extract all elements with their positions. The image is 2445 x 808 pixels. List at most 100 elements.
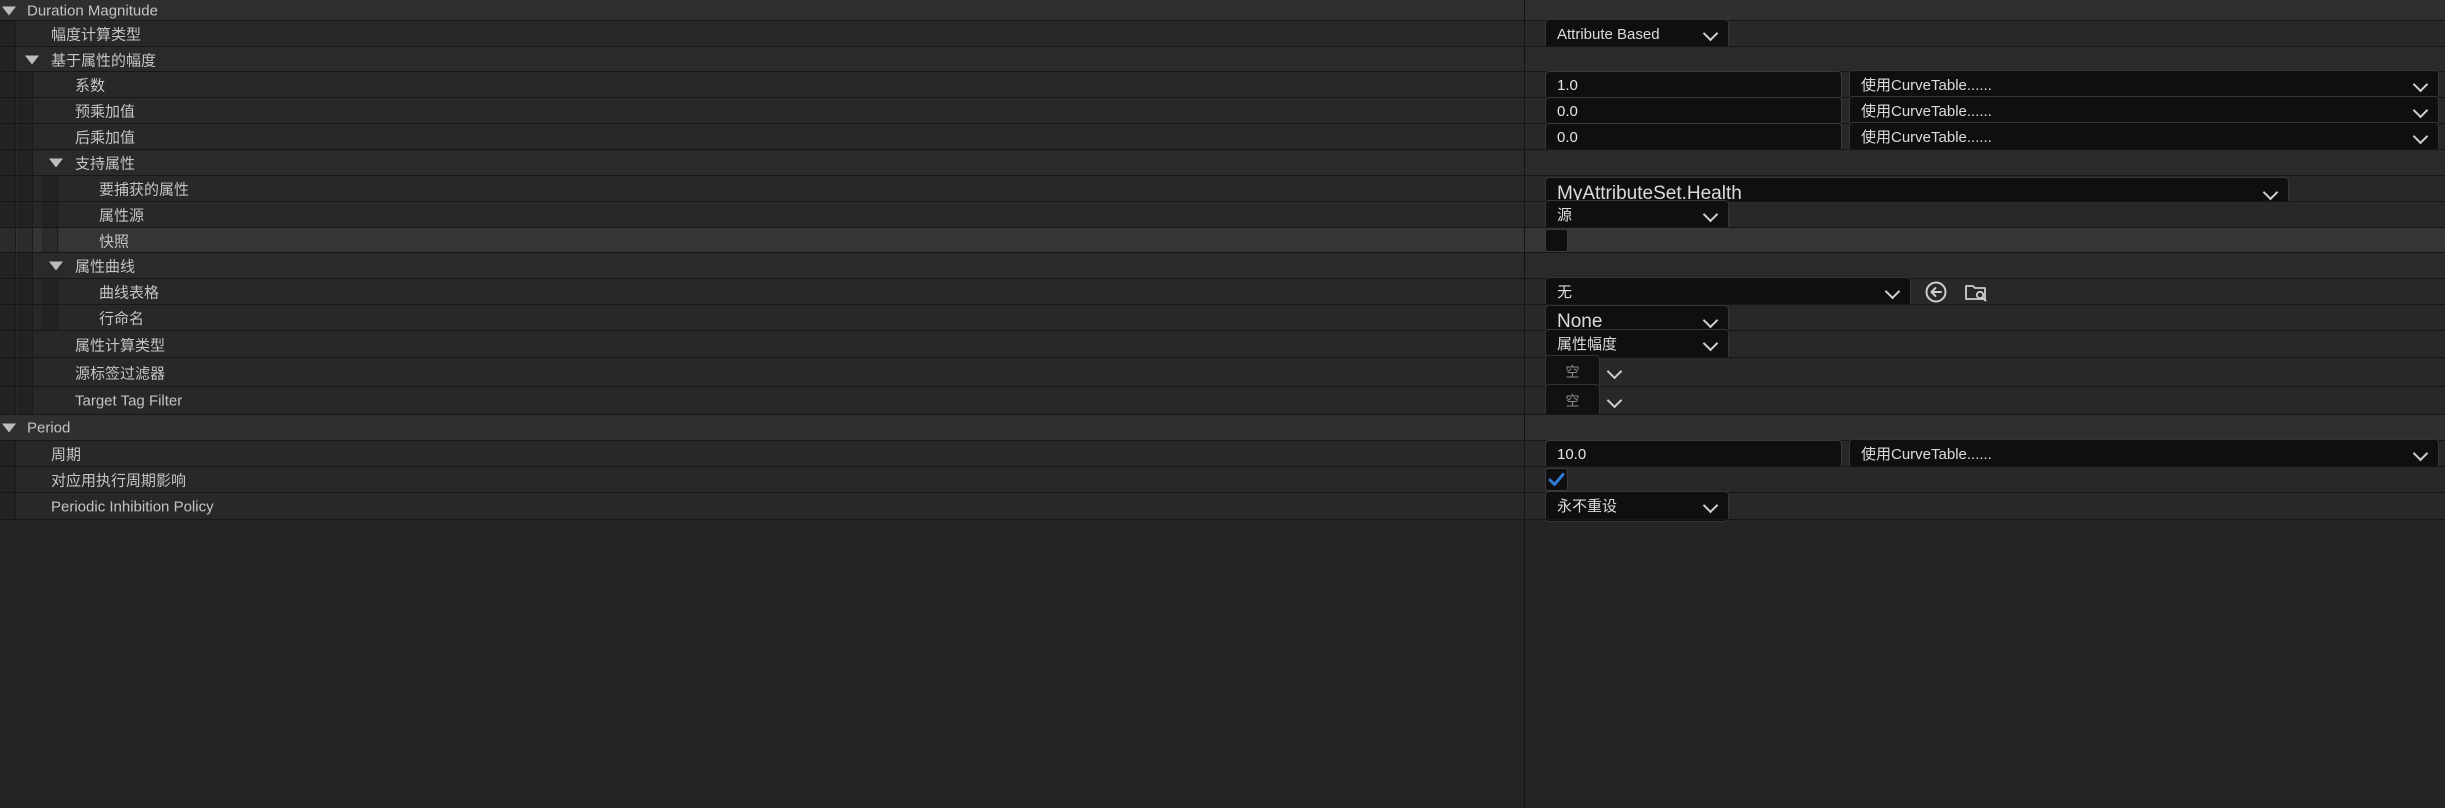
group-title: 支持属性 (75, 155, 136, 173)
prop-label: 周期 (51, 446, 82, 464)
coefficient-input[interactable]: 1.0 (1545, 71, 1842, 100)
indent-bar (0, 305, 16, 331)
indent-bar (42, 176, 58, 202)
chevron-down-icon[interactable] (1606, 392, 1623, 409)
prop-label: 后乘加值 (75, 129, 136, 147)
dropdown-value: 属性幅度 (1557, 336, 1618, 353)
row-period: 周期 10.0 使用CurveTable...... (0, 439, 2445, 470)
indent-bar (17, 253, 33, 279)
row-row-name: 行命名 None (0, 305, 2445, 339)
category-title: Period (27, 419, 71, 437)
post-add-curvetable-dropdown[interactable]: 使用CurveTable...... (1849, 122, 2439, 153)
chevron-down-icon (2412, 128, 2429, 145)
prop-label: 快照 (99, 233, 130, 250)
post-add-input[interactable]: 0.0 (1545, 123, 1842, 152)
category-period[interactable]: Period (0, 415, 2445, 441)
indent-bar (0, 279, 16, 305)
snapshot-checkbox[interactable] (1545, 229, 1568, 252)
indent-bar (0, 387, 16, 415)
browse-asset-icon[interactable] (1963, 279, 1989, 305)
indent-bar (42, 228, 58, 253)
indent-bar (42, 305, 58, 331)
group-backing-attribute[interactable]: 支持属性 (0, 150, 2445, 176)
collapse-caret-icon[interactable] (2, 423, 16, 433)
dropdown-value: 永不重设 (1557, 498, 1618, 515)
attribute-source-dropdown[interactable]: 源 (1545, 200, 1729, 231)
prop-label: 预乘加值 (75, 103, 136, 121)
category-duration-magnitude[interactable]: Duration Magnitude (0, 0, 2445, 21)
chevron-down-icon (1702, 335, 1719, 352)
indent-bar (0, 202, 16, 228)
row-snapshot: 快照 (0, 228, 2445, 253)
target-tag-filter-field[interactable]: 空 (1545, 384, 1600, 419)
exec-period-checkbox[interactable] (1545, 468, 1568, 491)
indent-bar (0, 228, 16, 253)
collapse-caret-icon[interactable] (49, 261, 63, 271)
dropdown-value: 使用CurveTable...... (1861, 77, 1992, 94)
indent-bar (0, 47, 16, 72)
chevron-down-icon (2412, 102, 2429, 119)
row-magnitude-calc-type: 幅度计算类型 Attribute Based (0, 19, 2445, 50)
prop-label: 源标签过滤器 (75, 365, 166, 382)
prop-label: 系数 (75, 77, 106, 95)
indent-bar (42, 202, 58, 228)
chevron-down-icon (1702, 206, 1719, 223)
indent-bar (17, 202, 33, 228)
indent-bar (0, 150, 16, 176)
inhibition-policy-dropdown[interactable]: 永不重设 (1545, 491, 1729, 522)
prop-label: 要捕获的属性 (99, 181, 190, 199)
chevron-down-icon (1884, 283, 1901, 300)
curve-table-asset-picker[interactable]: 无 (1545, 277, 1911, 308)
row-pre-multiply-add: 预乘加值 0.0 使用CurveTable...... (0, 96, 2445, 127)
row-attribute-to-capture: 要捕获的属性 MyAttributeSet.Health (0, 176, 2445, 211)
chevron-down-icon (1702, 312, 1719, 329)
indent-bar (17, 150, 33, 176)
chevron-down-icon[interactable] (1606, 363, 1623, 380)
prop-label: 曲线表格 (99, 284, 160, 302)
dropdown-value: 源 (1557, 207, 1573, 224)
indent-bar (17, 176, 33, 202)
prop-label: Periodic Inhibition Policy (51, 498, 214, 515)
dropdown-value: 使用CurveTable...... (1861, 129, 1992, 146)
chevron-down-icon (2412, 76, 2429, 93)
indent-bar (17, 305, 33, 331)
indent-bar (17, 98, 33, 124)
row-curve-table: 曲线表格 无 (0, 277, 2445, 308)
collapse-caret-icon[interactable] (49, 158, 63, 168)
group-attribute-based-magnitude[interactable]: 基于属性的幅度 (0, 47, 2445, 72)
details-panel: Duration Magnitude 幅度计算类型 Attribute Base… (0, 0, 2445, 808)
indent-bar (17, 387, 33, 415)
category-title: Duration Magnitude (27, 2, 158, 19)
indent-bar (17, 331, 33, 358)
pre-add-input[interactable]: 0.0 (1545, 97, 1842, 126)
indent-bar (0, 358, 16, 387)
use-selected-asset-icon[interactable] (1923, 279, 1949, 305)
indent-bar (42, 279, 58, 305)
period-input[interactable]: 10.0 (1545, 440, 1842, 469)
group-title: 基于属性的幅度 (51, 52, 157, 69)
indent-bar (0, 124, 16, 150)
collapse-caret-icon[interactable] (2, 6, 16, 15)
prop-label: Target Tag Filter (75, 392, 183, 410)
indent-bar (0, 253, 16, 279)
indent-bar (17, 358, 33, 387)
dropdown-value: Attribute Based (1557, 26, 1660, 43)
row-attribute-source: 属性源 源 (0, 200, 2445, 231)
indent-bar (0, 441, 16, 467)
collapse-caret-icon[interactable] (25, 55, 39, 64)
row-attribute-calc-type: 属性计算类型 属性幅度 (0, 329, 2445, 360)
indent-bar (17, 279, 33, 305)
row-target-tag-filter: Target Tag Filter 空 (0, 384, 2445, 419)
period-curvetable-dropdown[interactable]: 使用CurveTable...... (1849, 439, 2439, 470)
indent-bar (0, 493, 16, 520)
magnitude-calc-type-dropdown[interactable]: Attribute Based (1545, 19, 1729, 50)
group-attribute-curve[interactable]: 属性曲线 (0, 253, 2445, 279)
indent-bar (17, 124, 33, 150)
row-coefficient: 系数 1.0 使用CurveTable...... (0, 70, 2445, 101)
column-divider[interactable] (1524, 0, 1525, 808)
dropdown-value: 使用CurveTable...... (1861, 446, 1992, 463)
indent-bar (0, 98, 16, 124)
checkmark-icon (1548, 473, 1565, 486)
row-periodic-inhibition-policy: Periodic Inhibition Policy 永不重设 (0, 491, 2445, 522)
prop-label: 对应用执行周期影响 (51, 472, 187, 490)
